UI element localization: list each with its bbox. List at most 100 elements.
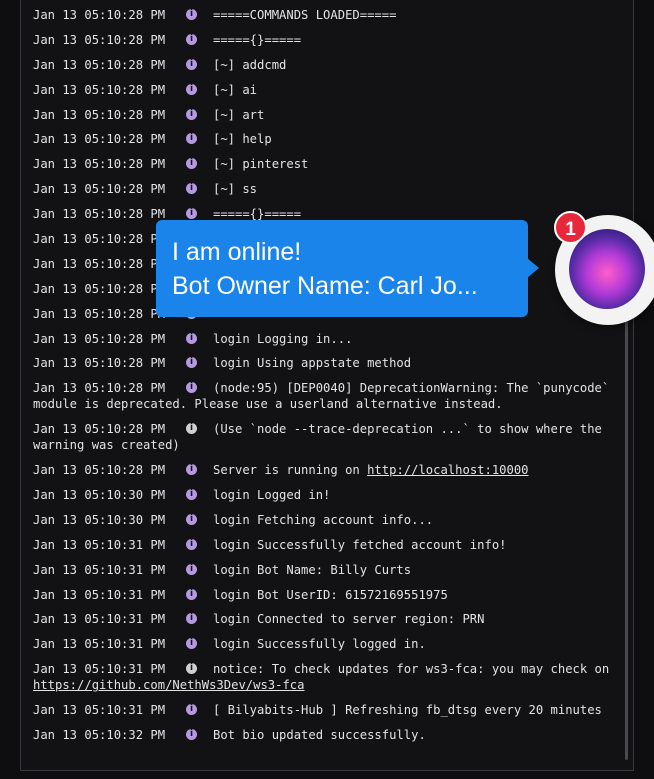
log-message: login Successfully logged in.: [213, 637, 426, 652]
log-timestamp: Jan 13 05:10:31 PM: [33, 637, 166, 652]
info-icon: i: [184, 57, 213, 73]
notification-line-2: Bot Owner Name: Carl Jo...: [172, 272, 478, 300]
info-icon-glyph: i: [186, 729, 197, 741]
log-line-first: Jan 13 05:10:28 PM i (node:95) [DEP0040] D…: [33, 380, 618, 396]
log-timestamp: Jan 13 05:10:28 PM: [33, 32, 166, 47]
log-line: Jan 13 05:10:31 PM i [ Bilyabits-Hub ] Ref…: [33, 702, 618, 718]
log-message: login Fetching account info...: [213, 512, 434, 527]
info-icon: i: [184, 727, 213, 743]
info-icon-glyph: i: [186, 538, 197, 550]
log-timestamp: Jan 13 05:10:28 PM: [33, 132, 166, 147]
info-icon-glyph: i: [186, 208, 197, 220]
info-icon: i: [184, 181, 213, 197]
notification-line-1: I am online!: [172, 238, 302, 266]
log-message: login Logging in...: [213, 331, 353, 346]
log-line: Jan 13 05:10:31 PM i login Successfully fe…: [33, 537, 618, 553]
log-line: Jan 13 05:10:30 PM i login Fetching accoun…: [33, 512, 618, 528]
log-line-wrapped: Jan 13 05:10:28 PM i (node:95) [DEP0040] D…: [33, 380, 618, 412]
info-icon: i: [184, 702, 213, 718]
log-timestamp: Jan 13 05:10:28 PM: [33, 356, 166, 371]
info-icon-glyph: i: [186, 638, 197, 650]
log-message: =====COMMANDS LOADED=====: [213, 8, 397, 22]
log-message: [~] ss: [213, 182, 258, 197]
log-timestamp: Jan 13 05:10:28 PM: [33, 331, 166, 346]
info-icon-glyph: i: [186, 133, 197, 145]
log-line: Jan 13 05:10:31 PM i login Bot Name: Billy…: [33, 562, 618, 578]
info-icon-glyph: i: [186, 613, 197, 625]
log-timestamp: Jan 13 05:10:30 PM: [33, 512, 166, 527]
info-icon: i: [184, 487, 213, 503]
log-timestamp: Jan 13 05:10:28 PM: [33, 182, 166, 197]
info-icon-glyph: i: [186, 183, 197, 195]
info-icon-glyph: i: [186, 513, 197, 525]
info-icon: i: [184, 32, 213, 48]
log-message: login Connected to server region: PRN: [213, 612, 485, 627]
server-url-link[interactable]: http://localhost:10000: [367, 463, 528, 477]
log-message: (node:95) [DEP0040] DeprecationWarning: …: [213, 381, 610, 396]
info-icon: i: [184, 82, 213, 98]
log-timestamp: Jan 13 05:10:31 PM: [33, 662, 166, 677]
log-message-continued: warning was created): [33, 438, 180, 453]
info-icon-glyph: i: [186, 357, 197, 369]
log-timestamp: Jan 13 05:10:31 PM: [33, 703, 166, 718]
log-message-continued: https://github.com/NethWs3Dev/ws3-fca: [33, 677, 618, 693]
log-timestamp: Jan 13 05:10:30 PM: [33, 488, 166, 503]
log-message: [~] art: [213, 107, 265, 122]
log-line: Jan 13 05:10:30 PM i login Logged in!: [33, 487, 618, 503]
github-repo-link[interactable]: https://github.com/NethWs3Dev/ws3-fca: [33, 678, 305, 692]
info-icon-glyph: i: [186, 382, 197, 394]
log-line: Jan 13 05:10:28 PM i [~] ai: [33, 82, 618, 98]
info-icon-glyph: i: [186, 332, 197, 344]
info-icon: i: [184, 421, 213, 437]
info-icon-glyph: i: [186, 588, 197, 600]
log-message: login Bot Name: Billy Curts: [213, 562, 412, 577]
log-timestamp: Jan 13 05:10:28 PM: [33, 57, 166, 72]
log-message: [ Bilyabits-Hub ] Refreshing fb_dtsg eve…: [213, 703, 602, 718]
log-timestamp: Jan 13 05:10:28 PM: [33, 157, 166, 172]
info-icon: i: [184, 156, 213, 172]
log-timestamp: Jan 13 05:10:28 PM: [33, 422, 166, 437]
info-icon-glyph: i: [186, 704, 197, 716]
log-line-wrapped: Jan 13 05:10:31 PM i notice: To check upda…: [33, 661, 618, 693]
log-line-first: Jan 13 05:10:28 PM i (Use `node --trace-de…: [33, 421, 618, 437]
log-message: [~] addcmd: [213, 57, 287, 72]
log-timestamp: Jan 13 05:10:31 PM: [33, 562, 166, 577]
log-timestamp: Jan 13 05:10:31 PM: [33, 587, 166, 602]
log-line: Jan 13 05:10:28 PM i =====COMMANDS LOADED=…: [33, 7, 618, 23]
log-line: Jan 13 05:10:28 PM i [~] pinterest: [33, 156, 618, 172]
info-icon: i: [184, 611, 213, 627]
info-icon: i: [184, 462, 213, 478]
log-timestamp: Jan 13 05:10:28 PM: [33, 82, 166, 97]
log-line-wrapped: Jan 13 05:10:28 PM i (Use `node --trace-de…: [33, 421, 618, 453]
log-timestamp: Jan 13 05:10:28 PM: [33, 107, 166, 122]
log-timestamp: Jan 13 05:10:28 PM: [33, 463, 166, 478]
bubble-tail: [527, 258, 539, 278]
info-icon-glyph: i: [186, 108, 197, 120]
log-message: Server is running on http://localhost:10…: [213, 462, 618, 478]
unread-badge: 1: [554, 211, 587, 244]
log-line: Jan 13 05:10:31 PM i login Connected to se…: [33, 611, 618, 627]
info-icon: i: [184, 331, 213, 347]
scrollbar[interactable]: [625, 320, 628, 760]
log-timestamp: Jan 13 05:10:31 PM: [33, 612, 166, 627]
info-icon-glyph: i: [186, 464, 197, 476]
log-timestamp: Jan 13 05:10:31 PM: [33, 537, 166, 552]
info-icon-glyph: i: [186, 33, 197, 45]
log-message: (Use `node --trace-deprecation ...` to s…: [213, 422, 602, 437]
info-icon: i: [184, 355, 213, 371]
info-icon: i: [184, 636, 213, 652]
log-line: Jan 13 05:10:28 PM i login Logging in...: [33, 331, 618, 347]
log-message: login Successfully fetched account info!: [213, 537, 507, 552]
log-line: Jan 13 05:10:28 PM i [~] addcmd: [33, 57, 618, 73]
log-line: Jan 13 05:10:28 PM i [~] ss: [33, 181, 618, 197]
chat-notification-bubble[interactable]: I am online! Bot Owner Name: Carl Jo...: [156, 220, 528, 317]
log-message-continued: module is deprecated. Please use a userl…: [33, 397, 503, 412]
log-line: Jan 13 05:10:28 PM i ====={}=====: [33, 32, 618, 48]
info-icon: i: [184, 512, 213, 528]
info-icon: i: [184, 587, 213, 603]
info-icon-glyph: i: [186, 58, 197, 70]
info-icon-glyph: i: [186, 158, 197, 170]
info-icon-glyph: i: [186, 9, 197, 20]
log-message: [~] pinterest: [213, 157, 309, 172]
log-message: Bot bio updated successfully.: [213, 728, 426, 743]
